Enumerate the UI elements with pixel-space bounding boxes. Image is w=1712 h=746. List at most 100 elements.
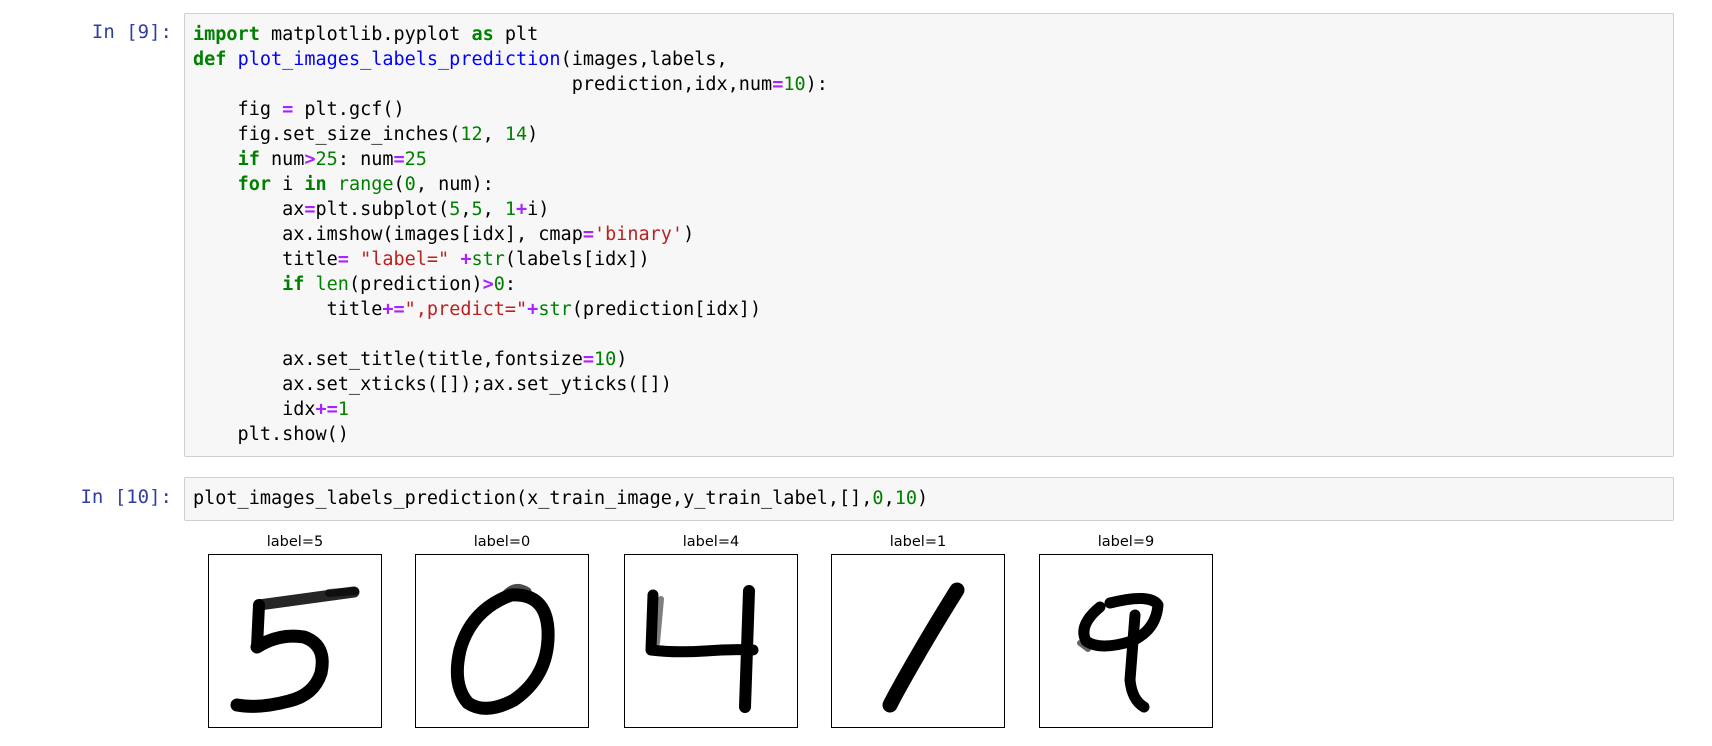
- code-token: matplotlib.pyplot: [259, 24, 472, 45]
- code-token: 10: [783, 74, 806, 95]
- code-editor-10[interactable]: plot_images_labels_prediction(x_train_im…: [185, 478, 1673, 511]
- code-editor-9[interactable]: import matplotlib.pyplot as plt def plot_…: [185, 14, 1673, 447]
- code-token: i: [270, 174, 305, 195]
- code-token: ): [683, 224, 695, 245]
- code-cell-10[interactable]: plot_images_labels_prediction(x_train_im…: [184, 477, 1674, 521]
- code-line: if len(prediction)>0:: [193, 272, 1673, 297]
- code-token: >: [482, 274, 494, 295]
- code-token: :: [504, 274, 517, 295]
- code-token: ,: [883, 488, 895, 509]
- code-token: ax: [193, 199, 305, 220]
- code-token: 0: [493, 274, 505, 295]
- code-line: prediction,idx,num=10):: [193, 72, 1673, 97]
- code-token: plot_images_labels_prediction: [237, 49, 561, 70]
- code-token: in: [304, 174, 327, 195]
- code-token: 14: [504, 124, 528, 145]
- code-token: ,: [482, 199, 505, 220]
- code-token: (prediction): [348, 274, 483, 295]
- cell-output-10: label=5 label=0 label=4 label=1 label=9: [184, 530, 1484, 746]
- digit-panel-3: label=4: [624, 530, 798, 728]
- code-token: 5: [471, 199, 483, 220]
- code-token: =: [772, 74, 784, 95]
- code-token: 25: [315, 149, 338, 170]
- code-token: , num):: [415, 174, 494, 195]
- code-token: i): [527, 199, 550, 220]
- code-token: 12: [460, 124, 483, 145]
- code-token: =: [582, 349, 594, 370]
- code-token: 'binary': [593, 224, 684, 245]
- code-token: ): [527, 124, 539, 145]
- code-line: plt.show(): [193, 422, 1673, 447]
- code-token: 1: [337, 399, 349, 420]
- code-line: fig.set_size_inches(12, 14): [193, 122, 1673, 147]
- digit-image-4: [624, 554, 798, 728]
- code-token: >: [304, 149, 316, 170]
- code-line: fig = plt.gcf(): [193, 97, 1673, 122]
- code-token: 0: [872, 488, 884, 509]
- digit-title: label=5: [266, 534, 324, 550]
- code-token: 25: [404, 149, 427, 170]
- digit-title: label=9: [1097, 534, 1155, 550]
- code-line: title= "label=" +str(labels[idx]): [193, 247, 1673, 272]
- code-token: (labels[idx]): [504, 249, 650, 270]
- code-token: plt.gcf(): [293, 99, 405, 120]
- code-token: prediction,idx,num: [193, 74, 773, 95]
- code-token: if: [282, 274, 305, 295]
- code-line: def plot_images_labels_prediction(images…: [193, 47, 1673, 72]
- code-token: =: [282, 99, 294, 120]
- code-token: +: [527, 299, 539, 320]
- code-line: ax=plt.subplot(5,5, 1+i): [193, 197, 1673, 222]
- code-token: 10: [593, 349, 617, 370]
- code-token: plt.subplot(: [315, 199, 450, 220]
- code-token: ax.set_title(title,fontsize: [193, 349, 583, 370]
- code-line: ax.imshow(images[idx], cmap='binary'): [193, 222, 1673, 247]
- code-token: (: [393, 174, 405, 195]
- code-line: plot_images_labels_prediction(x_train_im…: [193, 486, 1673, 511]
- code-token: plt: [493, 24, 539, 45]
- code-line: title+=",predict="+str(prediction[idx]): [193, 297, 1673, 322]
- digit-image-5: [208, 554, 382, 728]
- code-token: 5: [449, 199, 461, 220]
- code-token: =: [304, 199, 316, 220]
- digit-title: label=4: [682, 534, 740, 550]
- code-token: (prediction[idx]): [571, 299, 762, 320]
- code-line: if num>25: num=25: [193, 147, 1673, 172]
- code-token: ,: [460, 199, 472, 220]
- digit-title: label=1: [889, 534, 947, 550]
- code-token: "label=": [360, 249, 450, 270]
- digit-panel-4: label=1: [831, 530, 1005, 728]
- digit-panel-2: label=0: [415, 530, 589, 728]
- code-token: title: [193, 249, 338, 270]
- code-token: idx: [193, 399, 316, 420]
- code-line: ax.set_xticks([]);ax.set_yticks([]): [193, 372, 1673, 397]
- code-token: ,: [482, 124, 505, 145]
- digit-image-9: [1039, 554, 1213, 728]
- digit-title: label=0: [473, 534, 531, 550]
- code-token: import: [193, 24, 260, 45]
- code-token: ax.imshow(images[idx], cmap: [193, 224, 583, 245]
- code-token: =: [582, 224, 594, 245]
- digit-image-1: [831, 554, 1005, 728]
- code-token: ax.set_xticks([]);ax.set_yticks([]): [193, 374, 672, 395]
- code-token: str: [538, 299, 572, 320]
- code-token: +=: [315, 399, 338, 420]
- code-token: fig: [193, 99, 283, 120]
- code-token: plt.show(): [193, 424, 349, 445]
- code-token: as: [471, 24, 494, 45]
- code-token: 1: [504, 199, 517, 220]
- code-token: : num: [337, 149, 394, 170]
- code-token: +: [516, 199, 528, 220]
- code-token: ): [616, 349, 628, 370]
- digit-panel-1: label=5: [208, 530, 382, 728]
- code-token: plot_images_labels_prediction(x_train_im…: [193, 488, 873, 509]
- code-token: if: [237, 149, 260, 170]
- code-token: range: [337, 174, 394, 195]
- code-token: 10: [894, 488, 917, 509]
- code-cell-9[interactable]: import matplotlib.pyplot as plt def plot_…: [184, 13, 1674, 457]
- code-line: import matplotlib.pyplot as plt: [193, 22, 1673, 47]
- digit-image-0: [415, 554, 589, 728]
